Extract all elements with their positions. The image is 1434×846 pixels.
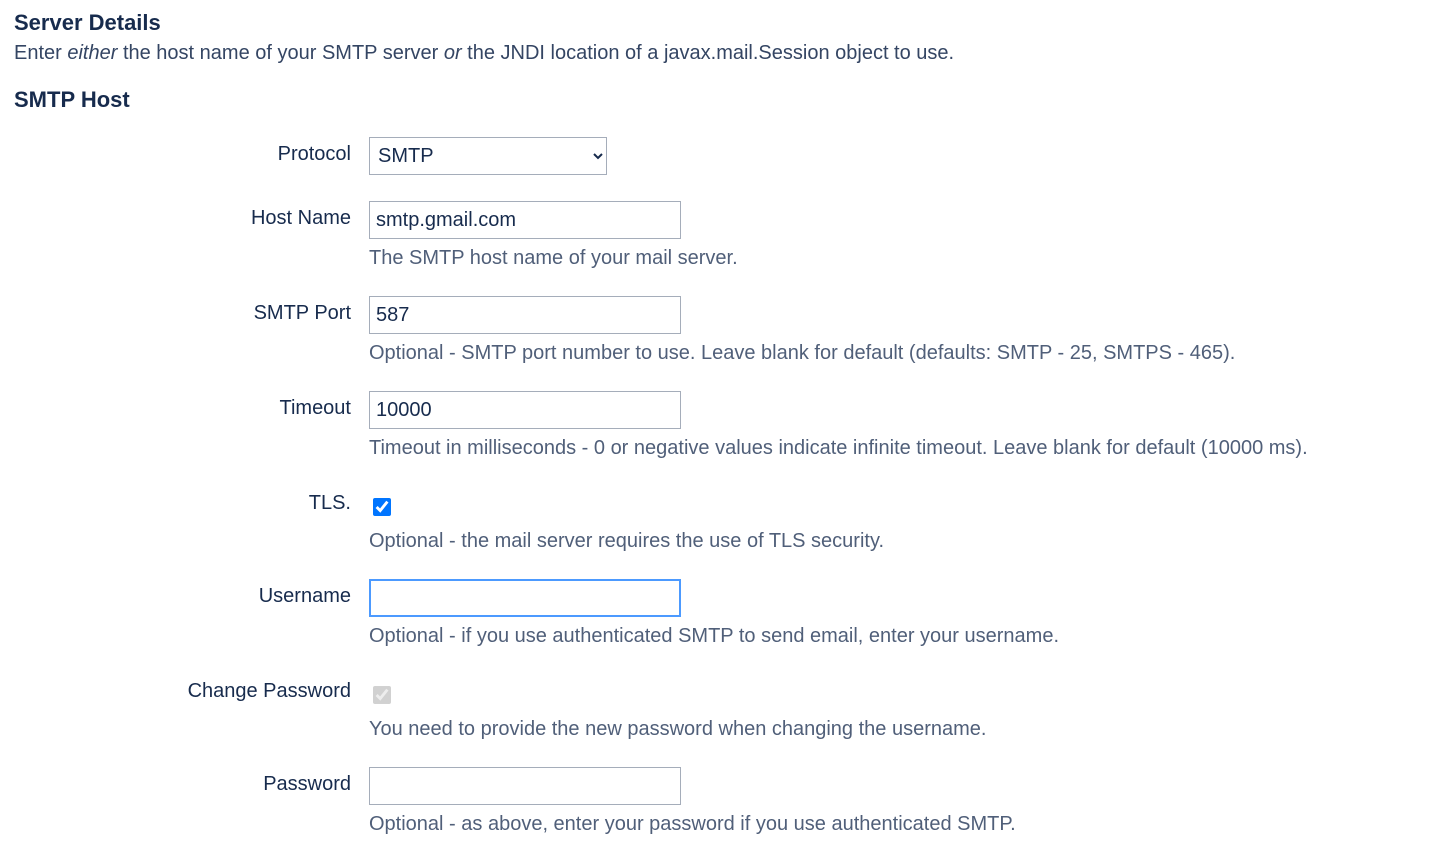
smtp-host-heading: SMTP Host (14, 87, 1420, 113)
tls-checkbox[interactable] (373, 498, 391, 516)
row-protocol: Protocol SMTPSMTPS (14, 137, 1420, 175)
desc-username: Optional - if you use authenticated SMTP… (369, 625, 1420, 648)
server-details-heading: Server Details (14, 10, 1420, 36)
row-host-name: Host Name The SMTP host name of your mai… (14, 201, 1420, 270)
change-password-checkbox[interactable] (373, 686, 391, 704)
password-input[interactable] (369, 767, 681, 805)
desc-tls: Optional - the mail server requires the … (369, 530, 1420, 553)
row-timeout: Timeout Timeout in milliseconds - 0 or n… (14, 391, 1420, 460)
text-em: or (444, 42, 462, 64)
label-change-password: Change Password (14, 674, 369, 703)
text: the host name of your SMTP server (117, 42, 443, 64)
label-host-name: Host Name (14, 201, 369, 230)
label-smtp-port: SMTP Port (14, 296, 369, 325)
desc-timeout: Timeout in milliseconds - 0 or negative … (369, 437, 1420, 460)
row-tls: TLS. Optional - the mail server requires… (14, 486, 1420, 553)
text: the JNDI location of a javax.mail.Sessio… (462, 42, 954, 64)
text: Enter (14, 42, 67, 64)
row-username: Username Optional - if you use authentic… (14, 579, 1420, 648)
row-smtp-port: SMTP Port Optional - SMTP port number to… (14, 296, 1420, 365)
label-tls: TLS. (14, 486, 369, 515)
label-password: Password (14, 767, 369, 796)
desc-change-password: You need to provide the new password whe… (369, 718, 1420, 741)
label-username: Username (14, 579, 369, 608)
smtp-port-input[interactable] (369, 296, 681, 334)
username-input[interactable] (369, 579, 681, 617)
label-timeout: Timeout (14, 391, 369, 420)
timeout-input[interactable] (369, 391, 681, 429)
row-change-password: Change Password You need to provide the … (14, 674, 1420, 741)
host-name-input[interactable] (369, 201, 681, 239)
desc-host-name: The SMTP host name of your mail server. (369, 247, 1420, 270)
desc-password: Optional - as above, enter your password… (369, 813, 1420, 836)
protocol-select[interactable]: SMTPSMTPS (369, 137, 607, 175)
row-password: Password Optional - as above, enter your… (14, 767, 1420, 836)
server-details-sub: Enter either the host name of your SMTP … (14, 42, 1420, 65)
label-protocol: Protocol (14, 137, 369, 166)
text-em: either (67, 42, 117, 64)
desc-smtp-port: Optional - SMTP port number to use. Leav… (369, 342, 1420, 365)
